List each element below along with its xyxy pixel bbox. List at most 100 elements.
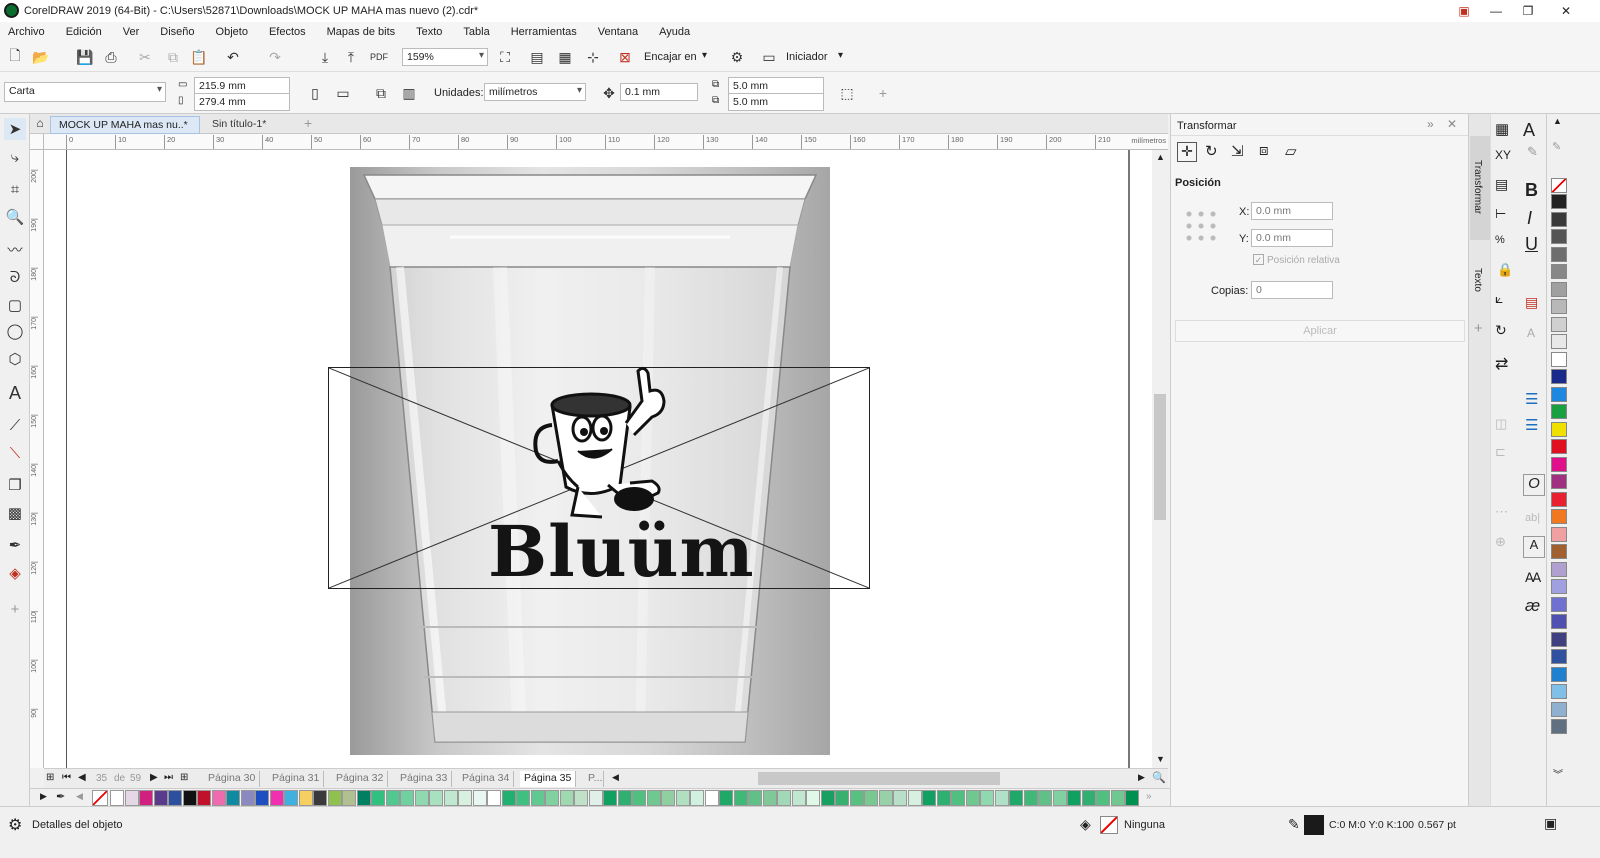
position-mode-icon[interactable]: ✛ <box>1177 142 1197 162</box>
close-button[interactable]: ✕ <box>1550 0 1582 22</box>
vertical-scroll-thumb[interactable] <box>1154 394 1166 520</box>
print-icon[interactable]: ⎙ <box>100 46 122 68</box>
palette-swatch[interactable] <box>124 790 139 806</box>
tab-pagina-34[interactable]: Página 34 <box>458 771 515 787</box>
portrait-icon[interactable]: ▯ <box>304 82 326 104</box>
palette-swatch[interactable] <box>226 790 240 806</box>
palette-swatch[interactable] <box>284 790 298 806</box>
transparency-icon[interactable]: ▩ <box>4 502 26 524</box>
palette-swatch[interactable] <box>298 790 313 806</box>
zoom-navigator-icon[interactable]: 🔍 <box>1152 771 1166 784</box>
palette-swatch[interactable] <box>211 790 226 806</box>
units-select[interactable]: milímetros <box>484 83 586 101</box>
palette-swatch[interactable] <box>675 790 690 806</box>
palette-swatch[interactable] <box>646 790 661 806</box>
palette-swatch[interactable] <box>1551 421 1567 437</box>
palette-swatch[interactable] <box>951 790 965 806</box>
brand-wordmark[interactable]: Bluüm <box>488 514 754 590</box>
palette-swatch[interactable] <box>1110 790 1125 806</box>
palette-swatch[interactable] <box>1551 596 1567 612</box>
menu-texto[interactable]: Texto <box>416 26 442 38</box>
palette-swatch[interactable] <box>168 790 182 806</box>
new-document-icon[interactable]: 🗋 <box>4 46 26 68</box>
center-icon[interactable]: ⊕ <box>1495 534 1506 550</box>
menu-diseno[interactable]: Diseño <box>160 26 194 38</box>
palette-swatch[interactable] <box>1023 790 1038 806</box>
paste-icon[interactable]: 📋 <box>188 46 210 68</box>
palette-swatch[interactable] <box>139 790 153 806</box>
launcher-chevron-down-icon[interactable]: ▾ <box>838 50 843 61</box>
snap-to-dropdown[interactable]: Encajar en <box>644 51 697 63</box>
page-height-field[interactable]: 279.4 mm <box>194 93 290 111</box>
tab-more-pages[interactable]: P... <box>584 771 604 787</box>
palette-swatch[interactable] <box>1551 456 1567 472</box>
palette-swatch[interactable] <box>893 790 907 806</box>
launcher-dropdown[interactable]: Iniciador <box>786 51 828 63</box>
palette-swatch[interactable] <box>762 790 777 806</box>
fill-none-swatch[interactable] <box>1100 816 1118 834</box>
palette-swatch[interactable] <box>197 790 211 806</box>
menu-edicion[interactable]: Edición <box>66 26 102 38</box>
rectangle-tool-icon[interactable]: ▢ <box>4 294 26 316</box>
palette-swatch[interactable] <box>153 790 168 806</box>
palette-swatch[interactable] <box>1551 194 1567 209</box>
palette-swatch[interactable] <box>864 790 878 806</box>
palette-swatch[interactable] <box>806 790 820 806</box>
object-details-label[interactable]: Detalles del objeto <box>32 819 123 831</box>
parallel-dimension-icon[interactable]: ⟋ <box>4 414 26 436</box>
palette-swatch[interactable] <box>980 790 994 806</box>
palette-swatch[interactable] <box>632 790 646 806</box>
palette-swatch[interactable] <box>356 790 371 806</box>
palette-swatch[interactable] <box>516 790 530 806</box>
lock-icon[interactable]: 🔒 <box>1497 262 1513 278</box>
landscape-icon[interactable]: ▭ <box>332 82 354 104</box>
palette-swatch[interactable] <box>704 790 719 806</box>
tab-pagina-33[interactable]: Página 33 <box>396 771 453 787</box>
nudge-distance-field[interactable]: 0.1 mm <box>620 83 698 101</box>
palette-more-icon[interactable]: » <box>1146 791 1152 802</box>
palette-swatch[interactable] <box>1052 790 1067 806</box>
horizontal-scroll-thumb[interactable] <box>758 772 1000 785</box>
bullet-list-icon[interactable]: ☰ <box>1525 390 1538 408</box>
distribute-icon[interactable]: ⋯ <box>1495 504 1508 520</box>
ligature-icon[interactable]: æ <box>1525 596 1540 616</box>
palette-eyedropper-icon[interactable]: ✒ <box>56 790 65 803</box>
palette-swatch[interactable] <box>327 790 342 806</box>
character-style-icon[interactable]: A <box>1523 536 1545 558</box>
palette-swatch[interactable] <box>820 790 835 806</box>
show-grid-icon[interactable]: ▦ <box>554 46 576 68</box>
all-pages-icon[interactable]: ⧉ <box>370 82 392 104</box>
palette-swatch[interactable] <box>748 790 762 806</box>
palette-swatch[interactable] <box>777 790 791 806</box>
tab-pagina-35[interactable]: Página 35 <box>520 771 577 787</box>
palette-swatch[interactable] <box>385 790 400 806</box>
palette-swatch[interactable] <box>342 790 356 806</box>
apply-button[interactable]: Aplicar <box>1175 320 1465 342</box>
add-tool-icon[interactable]: + <box>4 598 26 620</box>
palette-swatch[interactable] <box>313 790 327 806</box>
freehand-tool-icon[interactable]: 〰 <box>4 238 26 260</box>
no-color-swatch[interactable] <box>1551 178 1567 193</box>
size-mode-icon[interactable]: ⧈ <box>1259 142 1269 159</box>
palette-swatch[interactable] <box>1551 509 1567 524</box>
previous-page-icon[interactable]: ◀ <box>78 772 86 783</box>
palette-swatch[interactable] <box>965 790 980 806</box>
treat-as-filled-icon[interactable]: ⬚ <box>836 82 858 104</box>
palette-swatch[interactable] <box>1551 229 1567 244</box>
rotate-mode-icon[interactable]: ↻ <box>1205 142 1218 160</box>
palette-swatch[interactable] <box>1551 614 1567 629</box>
last-page-icon[interactable]: ⏭ <box>164 772 173 783</box>
mascot-cup-icon[interactable] <box>522 365 672 525</box>
palette-swatch[interactable] <box>1551 701 1567 717</box>
palette-swatch[interactable] <box>936 790 951 806</box>
menu-mapas-de-bits[interactable]: Mapas de bits <box>327 26 395 38</box>
palette-swatch[interactable] <box>458 790 472 806</box>
palette-swatch[interactable] <box>1551 649 1567 664</box>
palette-swatch[interactable] <box>1096 790 1110 806</box>
page-size-select[interactable]: Carta <box>4 82 166 102</box>
show-guidelines-icon[interactable]: ⊹ <box>582 46 604 68</box>
layers-icon[interactable]: ▤ <box>1495 176 1508 193</box>
palette-swatch[interactable] <box>994 790 1009 806</box>
tab-pagina-32[interactable]: Página 32 <box>332 771 389 787</box>
text-tool-icon[interactable]: A <box>4 382 26 404</box>
